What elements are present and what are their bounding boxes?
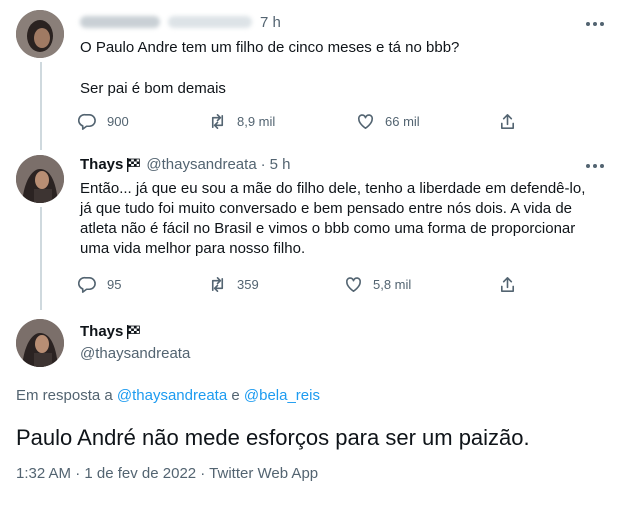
- tweet-2-header: Thays @thaysandreata · 5 h: [80, 156, 291, 173]
- reply-count: 900: [107, 114, 129, 129]
- blurred-handle: [168, 16, 252, 28]
- share-icon: [500, 114, 515, 129]
- avatar-photo: [16, 319, 64, 367]
- reply-button[interactable]: 900: [78, 112, 129, 131]
- share-button[interactable]: [498, 112, 517, 131]
- like-count: 5,8 mil: [373, 277, 412, 292]
- tweet-1-time[interactable]: 7 h: [260, 14, 281, 31]
- tweet-2-line: uma vida melhor para nosso filho.: [80, 240, 306, 257]
- tweet-3-text: Paulo André não mede esforços para ser u…: [16, 425, 530, 450]
- more-options-icon[interactable]: [586, 164, 604, 168]
- avatar-photo: [16, 10, 64, 58]
- reply-icon: [78, 276, 96, 293]
- thread-line-2: [40, 207, 42, 310]
- separator-dot: ·: [260, 156, 266, 173]
- retweet-button[interactable]: 359: [208, 275, 259, 294]
- reply-button[interactable]: 95: [78, 275, 121, 294]
- retweet-icon: [211, 277, 224, 292]
- thread-line-1: [40, 62, 42, 150]
- tweet-1-header: 7 h: [80, 13, 281, 31]
- reply-and: e: [231, 387, 240, 404]
- retweet-icon: [211, 114, 224, 129]
- like-button[interactable]: 5,8 mil: [344, 275, 411, 294]
- like-icon: [346, 277, 361, 292]
- user-name[interactable]: Thays: [80, 156, 123, 173]
- more-options-icon[interactable]: [586, 22, 604, 26]
- tweet-2-line: atleta não é fácil no Brasil e vimos o b…: [80, 220, 576, 237]
- user-handle[interactable]: @thaysandreata: [146, 156, 256, 173]
- tweet-2-time[interactable]: 5 h: [270, 156, 291, 173]
- tweet-3-meta[interactable]: 1:32 AM · 1 de fev de 2022 · Twitter Web…: [16, 465, 318, 482]
- like-count: 66 mil: [385, 114, 420, 129]
- reply-icon: [78, 113, 96, 130]
- user-name[interactable]: Thays: [80, 323, 123, 340]
- checkered-flag-icon: [127, 157, 141, 172]
- share-icon: [500, 277, 515, 292]
- avatar-thays[interactable]: [16, 319, 64, 367]
- like-icon: [358, 114, 373, 129]
- reply-user-link[interactable]: @thaysandreata: [117, 387, 227, 404]
- user-handle[interactable]: @thaysandreata: [80, 345, 190, 362]
- retweet-count: 8,9 mil: [237, 114, 276, 129]
- retweet-button[interactable]: 8,9 mil: [208, 112, 275, 131]
- reply-user-link[interactable]: @bela_reis: [244, 387, 320, 404]
- tweet-3-header: Thays: [80, 323, 141, 340]
- avatar-photo: [16, 155, 64, 203]
- like-button[interactable]: 66 mil: [356, 112, 420, 131]
- retweet-count: 359: [237, 277, 259, 292]
- reply-context: Em resposta a @thaysandreata e @bela_rei…: [16, 387, 320, 404]
- tweet-1-text-line1: O Paulo Andre tem um filho de cinco mese…: [80, 39, 460, 56]
- blurred-name: [80, 16, 160, 28]
- share-button[interactable]: [498, 275, 517, 294]
- tweet-2-line: já que tudo foi muito conversado e bem p…: [80, 200, 572, 217]
- tweet-2-line: Então... já que eu sou a mãe do filho de…: [80, 180, 586, 197]
- tweet-1-text-line2: Ser pai é bom demais: [80, 80, 226, 97]
- avatar-user-1[interactable]: [16, 10, 64, 58]
- reply-prefix: Em resposta a: [16, 387, 113, 404]
- tweet-2-text: Então... já que eu sou a mãe do filho de…: [80, 179, 585, 259]
- reply-count: 95: [107, 277, 122, 292]
- avatar-thays[interactable]: [16, 155, 64, 203]
- checkered-flag-icon: [127, 324, 141, 339]
